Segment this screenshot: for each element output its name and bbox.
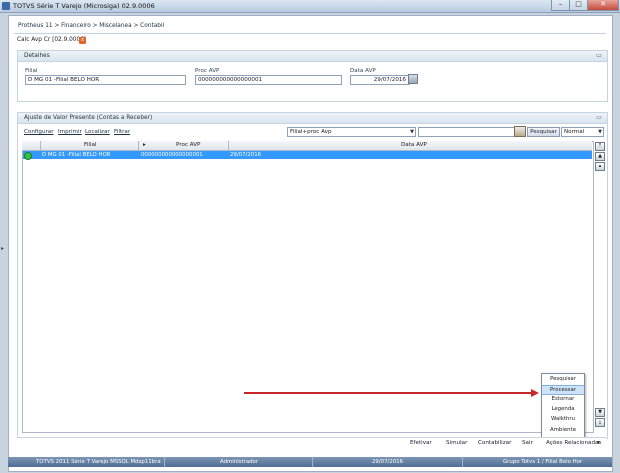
divider [14, 33, 606, 34]
grid-header: Filial ▸ Proc AVP Data AVP [22, 141, 592, 151]
close-window-button[interactable]: ✕ [587, 0, 619, 11]
divider [462, 457, 463, 467]
ajuste-title: Ajuste de Valor Presente (Contas a Receb… [24, 115, 153, 121]
imprimir-link[interactable]: Imprimir [58, 129, 82, 135]
efetivar-button[interactable]: Efetivar [410, 440, 432, 446]
tab-calc-avp[interactable]: Calc Avp Cr [02.9.0006] [17, 37, 86, 43]
mode-select-value: Normal [564, 129, 585, 135]
minimize-button[interactable]: – [551, 0, 570, 11]
filtrar-link[interactable]: Filtrar [114, 129, 130, 135]
proc-avp-field[interactable]: 000000000000000001 [195, 75, 342, 85]
detalhes-header: Detalhes ▭ [18, 51, 607, 62]
column-header-proc[interactable]: Proc AVP [176, 142, 200, 148]
menu-item-pesquisar[interactable]: Pesquisar [542, 375, 584, 384]
last-record-icon[interactable]: ⤓ [595, 418, 605, 427]
detalhes-title: Detalhes [24, 53, 50, 59]
status-environment: TOTVS 2011 Série T Varejo MSSQL Mdsp11br… [36, 459, 161, 465]
filial-label: Filial [25, 68, 38, 74]
collapse-icon[interactable]: ▭ [595, 52, 603, 59]
status-user: Administrador [220, 459, 259, 465]
chevron-down-icon: ▼ [410, 129, 414, 135]
chevron-down-icon[interactable]: ▾ [597, 440, 600, 446]
status-date: 29/07/2016 [372, 459, 404, 465]
chevron-down-icon: ▼ [598, 129, 602, 135]
app-icon [2, 2, 10, 10]
scroll-up-icon[interactable]: ▴ [595, 162, 605, 171]
maximize-button[interactable]: □ [569, 0, 588, 11]
column-divider [138, 141, 139, 151]
acoes-relacionadas-menu: Pesquisar Processar Estornar Legenda Wal… [541, 373, 585, 439]
menu-item-legenda[interactable]: Legenda [542, 405, 584, 414]
order-select[interactable]: Filial+proc Avp ▼ [287, 127, 416, 137]
first-record-icon[interactable]: ⤒ [595, 142, 605, 151]
column-header-data[interactable]: Data AVP [401, 142, 427, 148]
contabilizar-button[interactable]: Contabilizar [478, 440, 511, 446]
sair-button[interactable]: Sair [522, 440, 533, 446]
status-company: Grupo Totvs 1 / Filial Belo Hor [503, 459, 583, 465]
localizar-link[interactable]: Localizar [85, 129, 110, 135]
proc-avp-label: Proc AVP [195, 68, 220, 74]
sort-indicator-icon: ▸ [143, 142, 146, 148]
divider [312, 457, 313, 467]
action-bar [17, 437, 606, 449]
search-input[interactable] [418, 127, 515, 137]
side-panel-handle-icon[interactable]: ▸ [1, 245, 6, 253]
cell-data: 29/07/2016 [230, 152, 262, 158]
menu-item-ambiente[interactable]: Ambiente [542, 426, 584, 435]
column-divider [228, 141, 229, 151]
status-legend-icon [24, 152, 32, 160]
annotation-arrow-head-icon [531, 389, 539, 397]
cell-filial: D MG 01 -Filial BELO HOR [42, 152, 111, 158]
configurar-link[interactable]: Configurar [24, 129, 54, 135]
column-header-filial[interactable]: Filial [84, 142, 96, 148]
pesquisar-button[interactable]: Pesquisar [527, 127, 560, 137]
search-icon[interactable] [514, 126, 526, 137]
data-avp-label: Data AVP [350, 68, 376, 74]
mode-select[interactable]: Normal ▼ [561, 127, 604, 137]
simular-button[interactable]: Simular [446, 440, 467, 446]
menu-item-estornar[interactable]: Estornar [542, 395, 584, 404]
acoes-relacionadas-button[interactable]: Ações Relacionadas [546, 440, 601, 446]
collapse-icon[interactable]: ▭ [595, 114, 603, 121]
filial-field[interactable]: D MG 01 -Filial BELO HOR [25, 75, 186, 85]
table-row[interactable]: D MG 01 -Filial BELO HOR 000000000000000… [23, 151, 592, 159]
cell-proc: 000000000000000001 [141, 152, 203, 158]
previous-record-icon[interactable]: ▲ [595, 152, 605, 161]
next-record-icon[interactable]: ▼ [595, 408, 605, 417]
order-select-value: Filial+proc Avp [290, 129, 332, 135]
ajuste-header: Ajuste de Valor Presente (Contas a Receb… [18, 113, 607, 124]
divider [164, 457, 165, 467]
breadcrumb: Protheus 11 > Financeiro > Miscelanea > … [18, 23, 165, 29]
data-avp-field[interactable]: 29/07/2016 [350, 75, 410, 85]
calendar-icon[interactable] [408, 74, 418, 84]
column-divider [40, 141, 41, 151]
tab-close-icon[interactable]: x [79, 37, 86, 44]
annotation-arrow [244, 392, 534, 394]
window-title: TOTVS Série T Varejo (Microsiga) 02.9.00… [13, 2, 155, 10]
menu-item-processar[interactable]: Processar [542, 385, 584, 395]
data-grid [22, 141, 594, 433]
menu-item-walkthru[interactable]: Walkthru [542, 415, 584, 424]
